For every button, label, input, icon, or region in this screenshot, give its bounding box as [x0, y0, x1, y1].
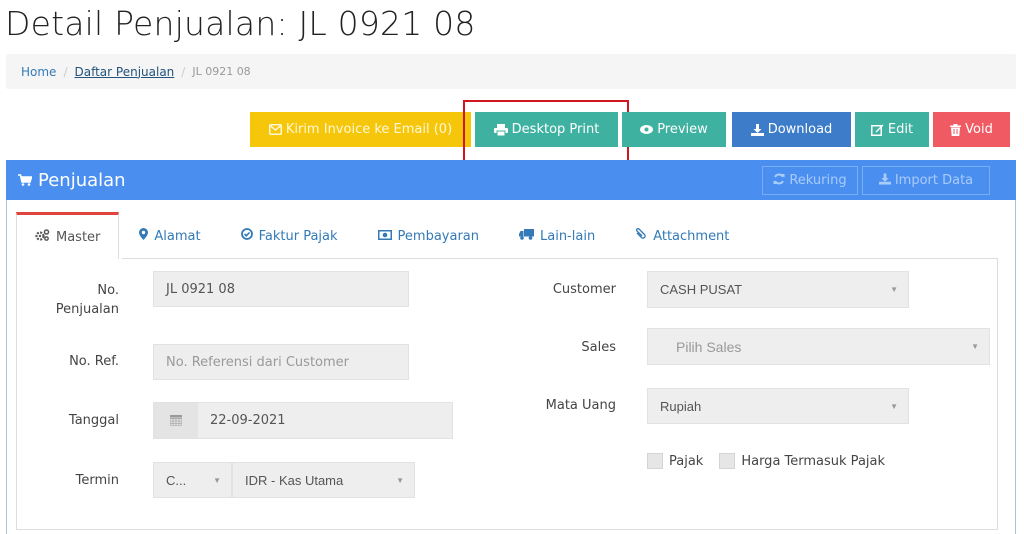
envelope-icon — [268, 124, 282, 135]
edit-icon — [870, 124, 884, 136]
termin-select[interactable]: C... ▼ — [153, 462, 232, 498]
customer-value: CASH PUSAT — [660, 282, 743, 297]
tanggal-field[interactable]: 22-09-2021 — [153, 402, 453, 439]
void-button[interactable]: Void — [933, 112, 1010, 147]
mata-uang-value: Rupiah — [660, 398, 702, 414]
map-marker-icon — [139, 228, 149, 244]
eye-icon — [640, 125, 654, 134]
tax-options: Pajak Harga Termasuk Pajak — [647, 453, 885, 469]
chevron-down-icon: ▼ — [396, 475, 404, 485]
termin-value: C... — [166, 472, 187, 488]
sales-select[interactable]: Pilih Sales ▼ — [647, 328, 990, 365]
chevron-down-icon: ▼ — [890, 401, 898, 411]
preview-button[interactable]: Preview — [622, 112, 726, 147]
no-penjualan-label: No. Penjualan — [30, 281, 119, 319]
desktop-print-label: Desktop Print — [511, 122, 600, 137]
chevron-down-icon: ▼ — [213, 475, 221, 485]
no-penjualan-label-line1: No. — [97, 283, 119, 298]
chevron-down-icon: ▼ — [890, 285, 898, 294]
no-ref-input[interactable]: No. Referensi dari Customer — [153, 344, 409, 380]
breadcrumb-separator: / — [63, 64, 68, 79]
mata-uang-select[interactable]: Rupiah ▼ — [647, 388, 909, 424]
no-penjualan-field[interactable]: JL 0921 08 — [153, 271, 409, 307]
truck-icon — [519, 228, 534, 244]
paperclip-icon — [635, 227, 647, 244]
no-ref-label: No. Ref. — [69, 354, 119, 369]
tab-lain-lain-label: Lain-lain — [540, 228, 596, 244]
refresh-icon — [773, 173, 785, 189]
download-button[interactable]: Download — [732, 112, 851, 147]
import-data-label: Import Data — [894, 173, 974, 188]
edit-button[interactable]: Edit — [855, 112, 929, 147]
preview-label: Preview — [657, 122, 708, 137]
mata-uang-label: Mata Uang — [545, 398, 616, 413]
tab-pembayaran[interactable]: Pembayaran — [358, 213, 499, 259]
tab-master-label: Master — [56, 229, 101, 245]
breadcrumb-daftar-penjualan[interactable]: Daftar Penjualan — [74, 65, 174, 79]
tanggal-label: Tanggal — [68, 413, 119, 428]
desktop-print-button[interactable]: Desktop Print — [475, 112, 618, 147]
gears-icon — [35, 229, 50, 245]
customer-select[interactable]: CASH PUSAT ▼ — [647, 271, 909, 308]
tab-alamat[interactable]: Alamat — [119, 213, 220, 259]
page-title: Detail Penjualan: JL 0921 08 — [5, 4, 476, 43]
no-penjualan-label-line2: Penjualan — [55, 302, 119, 317]
pajak-label: Pajak — [669, 453, 704, 469]
download-icon — [878, 172, 891, 189]
void-label: Void — [965, 122, 993, 137]
import-data-button[interactable]: Import Data — [862, 166, 990, 195]
edit-label: Edit — [887, 122, 914, 137]
account-select[interactable]: IDR - Kas Utama ▼ — [232, 462, 415, 498]
tab-faktur-pajak[interactable]: Faktur Pajak — [221, 213, 358, 259]
tab-bar: Master Alamat Faktur Pajak Pembayaran La… — [16, 212, 749, 259]
breadcrumb: Home / Daftar Penjualan / JL 0921 08 — [6, 54, 1016, 89]
harga-termasuk-pajak-checkbox[interactable] — [719, 453, 736, 469]
send-invoice-email-label: Kirim Invoice ke Email (0) — [285, 122, 453, 137]
tab-faktur-pajak-label: Faktur Pajak — [258, 228, 338, 244]
tab-master[interactable]: Master — [16, 212, 120, 259]
panel-title-text: Penjualan — [38, 169, 126, 191]
rekuring-label: Rekuring — [789, 173, 847, 188]
account-value: IDR - Kas Utama — [245, 472, 344, 488]
tab-lain-lain[interactable]: Lain-lain — [499, 213, 615, 259]
breadcrumb-home[interactable]: Home — [21, 65, 56, 79]
money-icon — [377, 229, 392, 244]
check-circle-icon — [240, 228, 253, 244]
trash-icon — [950, 123, 962, 136]
tanggal-value: 22-09-2021 — [210, 413, 286, 428]
sales-label: Sales — [581, 340, 616, 355]
download-icon — [750, 123, 764, 136]
pajak-checkbox[interactable] — [647, 453, 663, 469]
customer-label: Customer — [552, 282, 616, 297]
tab-alamat-label: Alamat — [154, 228, 201, 244]
tab-pembayaran-label: Pembayaran — [397, 228, 479, 244]
chevron-down-icon: ▼ — [971, 342, 979, 351]
tab-attachment[interactable]: Attachment — [615, 213, 749, 259]
print-icon — [493, 123, 508, 136]
download-label: Download — [767, 122, 833, 137]
shopping-cart-icon — [18, 170, 33, 191]
tab-attachment-label: Attachment — [653, 228, 730, 244]
breadcrumb-separator: / — [181, 64, 186, 79]
rekuring-button[interactable]: Rekuring — [762, 166, 858, 195]
sales-placeholder: Pilih Sales — [676, 338, 742, 355]
calendar-icon[interactable] — [154, 403, 198, 438]
send-invoice-email-button[interactable]: Kirim Invoice ke Email (0) — [250, 112, 471, 147]
panel-title: Penjualan — [18, 170, 126, 191]
termin-label: Termin — [75, 473, 119, 488]
harga-termasuk-pajak-label: Harga Termasuk Pajak — [741, 453, 886, 469]
breadcrumb-current: JL 0921 08 — [192, 65, 251, 78]
